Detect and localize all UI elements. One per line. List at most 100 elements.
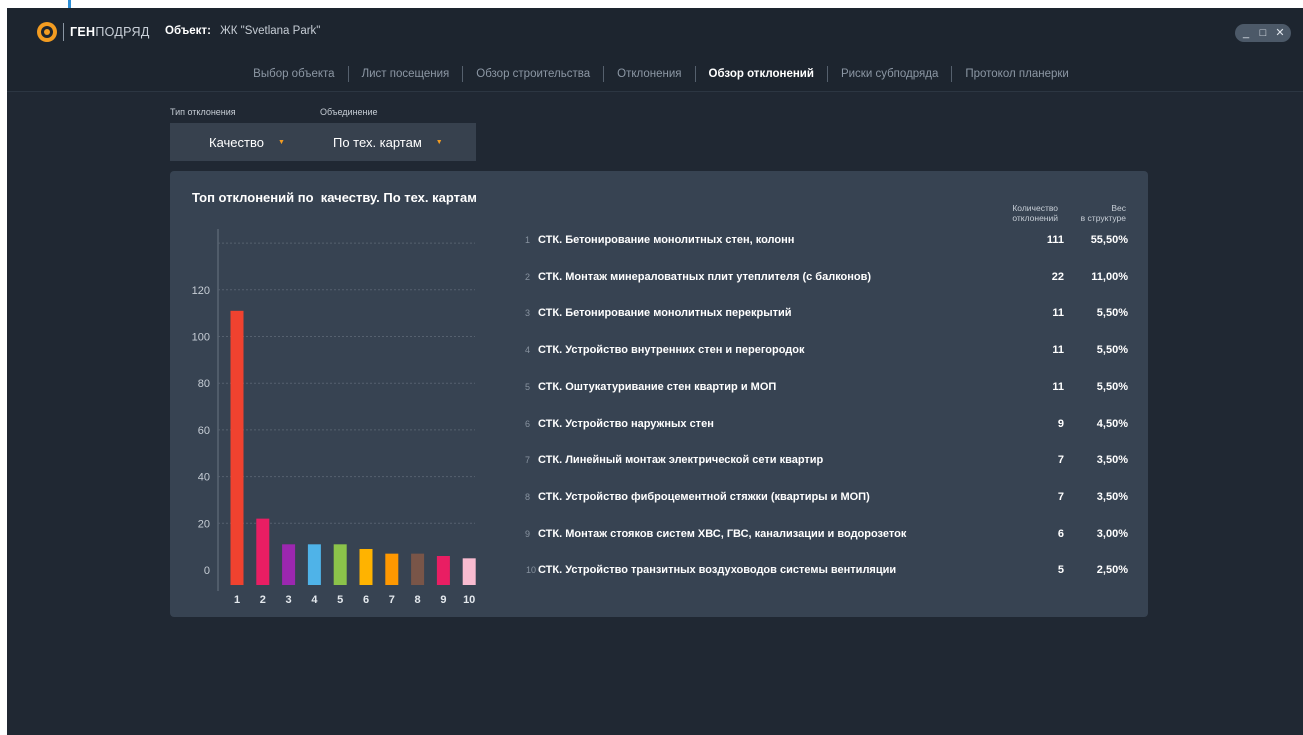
y-tick-label: 40 — [198, 472, 210, 484]
table-row[interactable]: 5 СТК. Оштукатуривание стен квартир и МОП… — [518, 377, 1128, 397]
bar-2[interactable] — [256, 518, 270, 585]
row-count: 11 — [1052, 307, 1064, 320]
row-name: СТК. Устройство наружных стен — [538, 417, 714, 430]
row-count: 22 — [1051, 270, 1064, 283]
logo: ГЕНПОДРЯД — [37, 22, 150, 42]
bar-7[interactable] — [385, 553, 399, 585]
row-rank: 1 — [524, 235, 530, 245]
tab-deviations-overview[interactable]: Обзор отклонений — [696, 68, 827, 80]
minimize-icon[interactable]: _ — [1239, 26, 1253, 40]
bar-6[interactable] — [359, 548, 373, 585]
object-info: Объект: ЖК "Svetlana Park" — [165, 25, 320, 37]
bar-8[interactable] — [411, 553, 425, 585]
row-weight: 2,50% — [1096, 564, 1128, 577]
chevron-down-icon: ▼ — [277, 138, 285, 146]
bar-4[interactable] — [307, 544, 321, 585]
bar-3[interactable] — [282, 544, 296, 585]
y-tick-label: 100 — [192, 332, 210, 344]
row-weight: 3,50% — [1096, 490, 1128, 503]
tab-visit-sheet[interactable]: Лист посещения — [349, 68, 463, 80]
table-row[interactable]: 7 СТК. Линейный монтаж электрической сети… — [518, 450, 1128, 470]
deviations-card: Топ отклонений по качеству. По тех. карт… — [170, 171, 1148, 617]
bar-10[interactable] — [462, 558, 476, 585]
app-window: ГЕНПОДРЯД Объект: ЖК "Svetlana Park" _ □… — [7, 8, 1303, 735]
tab-object-select[interactable]: Выбор объекта — [240, 68, 347, 80]
x-tick-label: 2 — [260, 594, 266, 606]
row-weight: 3,50% — [1096, 454, 1128, 467]
x-tick-label: 8 — [415, 594, 421, 606]
logo-icon — [37, 22, 57, 42]
x-tick-label: 1 — [234, 594, 240, 606]
tab-bar: Выбор объекта Лист посещения Обзор строи… — [7, 66, 1303, 82]
close-icon[interactable]: ✕ — [1273, 26, 1287, 40]
tab-subcontract-risks[interactable]: Риски субподряда — [828, 68, 951, 80]
row-count: 111 — [1046, 234, 1064, 246]
bar-1[interactable] — [230, 310, 244, 585]
weight-column-header: Вес в структуре — [1080, 203, 1126, 223]
table-row[interactable]: 6 СТК. Устройство наружных стен 9 4,50% — [518, 414, 1128, 434]
row-weight: 5,50% — [1096, 344, 1128, 357]
table-row[interactable]: 10 СТК. Устройство транзитных воздуховодо… — [518, 560, 1128, 580]
logo-divider — [63, 23, 64, 41]
window-controls: _ □ ✕ — [1235, 24, 1291, 42]
row-name: СТК. Линейный монтаж электрической сети … — [538, 454, 824, 467]
x-tick-label: 7 — [389, 594, 395, 606]
object-value: ЖК "Svetlana Park" — [220, 25, 321, 37]
row-rank: 8 — [524, 491, 530, 502]
row-rank: 2 — [524, 271, 530, 282]
x-tick-label: 4 — [311, 594, 318, 606]
deviation-type-value: Качество — [209, 134, 264, 150]
row-rank: 9 — [524, 528, 530, 539]
y-tick-label: 20 — [198, 518, 210, 530]
table-row[interactable]: 4 СТК. Устройство внутренних стен и перег… — [518, 340, 1128, 360]
deviations-bar-chart: 0 20 40 60 80 100 120 1 2 3 4 5 6 7 8 9 10 — [192, 229, 476, 606]
row-name: СТК. Бетонирование монолитных перекрытий — [538, 307, 792, 320]
row-weight: 3,00% — [1096, 527, 1128, 540]
row-rank: 3 — [524, 308, 530, 319]
x-tick-label: 6 — [363, 594, 369, 606]
deviation-type-select[interactable]: Качество ▼ — [170, 123, 319, 161]
tab-deviations[interactable]: Отклонения — [604, 68, 694, 80]
tab-construction-overview[interactable]: Обзор строительства — [463, 68, 603, 80]
table-row[interactable]: 3 СТК. Бетонирование монолитных перекрыти… — [518, 303, 1128, 323]
x-tick-label: 5 — [337, 594, 343, 606]
count-column-header: Количество отклонений — [1012, 203, 1058, 223]
table-row[interactable]: 8 СТК. Устройство фиброцементной стяжки (… — [518, 487, 1128, 507]
card-title: Топ отклонений по качеству. По тех. карт… — [192, 190, 477, 205]
row-rank: 6 — [524, 418, 530, 429]
bar-5[interactable] — [333, 544, 347, 585]
grouping-value: По тех. картам — [333, 134, 422, 150]
chevron-down-icon: ▼ — [435, 138, 443, 146]
filter-bar: Качество ▼ По тех. картам ▼ — [170, 123, 476, 161]
row-weight: 5,50% — [1096, 307, 1128, 320]
row-name: СТК. Устройство фиброцементной стяжки (к… — [538, 490, 870, 503]
table-row[interactable]: 1 СТК. Бетонирование монолитных стен, кол… — [518, 230, 1128, 250]
row-name: СТК. Оштукатуривание стен квартир и МОП — [538, 380, 777, 393]
row-count: 7 — [1057, 454, 1064, 467]
row-rank: 7 — [524, 455, 530, 466]
grouping-select[interactable]: По тех. картам ▼ — [319, 123, 443, 161]
y-tick-label: 120 — [192, 285, 210, 297]
x-tick-label: 3 — [286, 594, 292, 606]
row-count: 9 — [1057, 417, 1064, 430]
tab-meeting-protocol[interactable]: Протокол планерки — [952, 68, 1081, 80]
row-count: 7 — [1057, 490, 1064, 503]
row-weight: 11,00% — [1091, 270, 1128, 283]
deviation-type-label: Тип отклонения — [170, 107, 236, 117]
row-name: СТК. Монтаж стояков систем ХВС, ГВС, кан… — [538, 527, 907, 540]
maximize-icon[interactable]: □ — [1256, 26, 1270, 40]
row-name: СТК. Монтаж минераловатных плит утеплите… — [538, 270, 872, 283]
y-tick-label: 0 — [204, 565, 210, 577]
bar-9[interactable] — [436, 555, 450, 585]
row-count: 5 — [1057, 564, 1064, 577]
app-header: ГЕНПОДРЯД Объект: ЖК "Svetlana Park" _ □… — [7, 8, 1303, 92]
table-row[interactable]: 9 СТК. Монтаж стояков систем ХВС, ГВС, ка… — [518, 524, 1128, 544]
row-name: СТК. Устройство внутренних стен и перего… — [538, 344, 805, 357]
row-rank: 4 — [524, 345, 530, 356]
row-count: 11 — [1052, 380, 1064, 393]
grouping-label: Объединение — [320, 107, 378, 117]
row-name: СТК. Бетонирование монолитных стен, коло… — [538, 234, 795, 246]
object-label: Объект: — [165, 25, 211, 37]
table-row[interactable]: 2 СТК. Монтаж минераловатных плит утеплит… — [518, 267, 1128, 287]
row-rank: 10 — [525, 565, 536, 576]
